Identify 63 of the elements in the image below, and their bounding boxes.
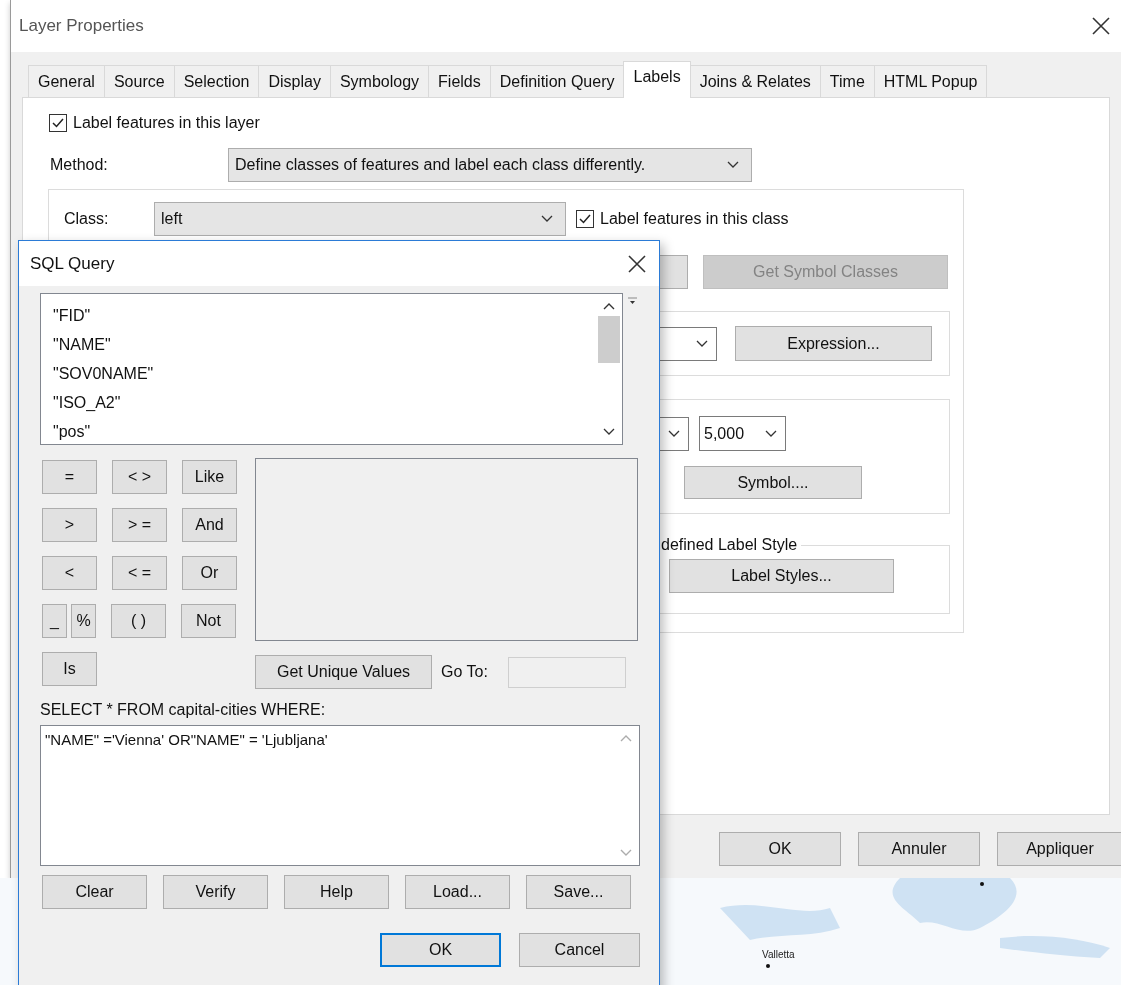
field-list-item[interactable]: "pos" xyxy=(53,417,596,446)
operator-button[interactable]: Or xyxy=(182,556,237,590)
dialog-button[interactable]: Appliquer xyxy=(997,832,1121,866)
action-button[interactable]: Load... xyxy=(405,875,510,909)
operator-button[interactable]: Like xyxy=(182,460,237,494)
dialog-button[interactable]: OK xyxy=(380,933,501,967)
field-list-item[interactable]: "NAME" xyxy=(53,330,596,359)
chevron-up-icon[interactable] xyxy=(603,302,615,310)
chevron-down-icon xyxy=(765,429,777,438)
get-unique-values-button[interactable]: Get Unique Values xyxy=(255,655,432,689)
action-button[interactable]: Save... xyxy=(526,875,631,909)
operator-button[interactable]: ( ) xyxy=(111,604,166,638)
checkbox[interactable] xyxy=(49,114,67,132)
operator-button[interactable]: = xyxy=(42,460,97,494)
action-button[interactable]: Verify xyxy=(163,875,268,909)
expression-button[interactable]: Expression... xyxy=(735,326,932,361)
action-button[interactable]: Clear xyxy=(42,875,147,909)
field-list-item[interactable]: "ISO_A2" xyxy=(53,388,596,417)
dialog-title: SQL Query xyxy=(30,253,115,274)
symbol-button[interactable]: Symbol.... xyxy=(684,466,862,499)
operator-button[interactable]: < = xyxy=(112,556,167,590)
operator-button[interactable]: > xyxy=(42,508,97,542)
chevron-down-icon xyxy=(668,429,680,438)
group-legend: defined Label Style xyxy=(659,536,802,554)
field-list-item[interactable]: "FID" xyxy=(53,301,596,330)
operator-button[interactable]: Not xyxy=(181,604,236,638)
chevron-down-icon xyxy=(541,215,553,223)
action-button[interactable]: Help xyxy=(284,875,389,909)
operator-button[interactable]: And xyxy=(182,508,237,542)
label-styles-button[interactable]: Label Styles... xyxy=(669,559,894,593)
tab[interactable]: HTML Popup xyxy=(873,65,988,97)
operator-button[interactable]: > = xyxy=(112,508,167,542)
chevron-down-icon xyxy=(696,339,708,348)
chevron-down-icon xyxy=(603,428,615,436)
operator-button[interactable]: < xyxy=(42,556,97,590)
close-icon[interactable] xyxy=(627,253,647,274)
dialog-button[interactable]: Annuler xyxy=(858,832,980,866)
checkbox-label[interactable]: Label features in this class xyxy=(600,210,789,228)
operator-button[interactable]: _ xyxy=(42,604,67,638)
field-list-item[interactable]: "SOV0NAME" xyxy=(53,359,596,388)
operator-button[interactable]: Is xyxy=(42,652,97,686)
query-prefix-label: SELECT * FROM capital-cities WHERE: xyxy=(40,701,327,719)
method-label: Method: xyxy=(50,156,109,174)
chevron-down-icon xyxy=(727,161,739,169)
dialog-button[interactable]: Cancel xyxy=(519,933,640,967)
method-dropdown[interactable]: Define classes of features and label each class differently. xyxy=(228,148,752,182)
go-to-label: Go To: xyxy=(441,663,488,681)
window-title: Layer Properties xyxy=(19,16,144,36)
checkbox[interactable] xyxy=(576,210,594,228)
map-label: Valletta xyxy=(762,949,795,960)
operator-button[interactable]: < > xyxy=(112,460,167,494)
class-dropdown[interactable]: left xyxy=(154,202,566,236)
dialog-button[interactable]: OK xyxy=(719,832,841,866)
scale-dropdown[interactable]: 5,000 xyxy=(699,416,786,451)
tab[interactable]: General xyxy=(28,65,105,97)
checkbox-label[interactable]: Label features in this layer xyxy=(73,114,260,132)
field-list[interactable]: "FID" "NAME" "SOV0NAME" "ISO_A2" "pos" xyxy=(40,293,623,445)
class-label: Class: xyxy=(64,210,110,228)
close-icon[interactable] xyxy=(1091,16,1111,36)
operator-button[interactable]: % xyxy=(71,604,96,638)
dropdown-arrow-icon[interactable] xyxy=(628,297,637,306)
go-to-field[interactable] xyxy=(507,656,626,688)
tab[interactable]: Labels xyxy=(623,61,691,98)
